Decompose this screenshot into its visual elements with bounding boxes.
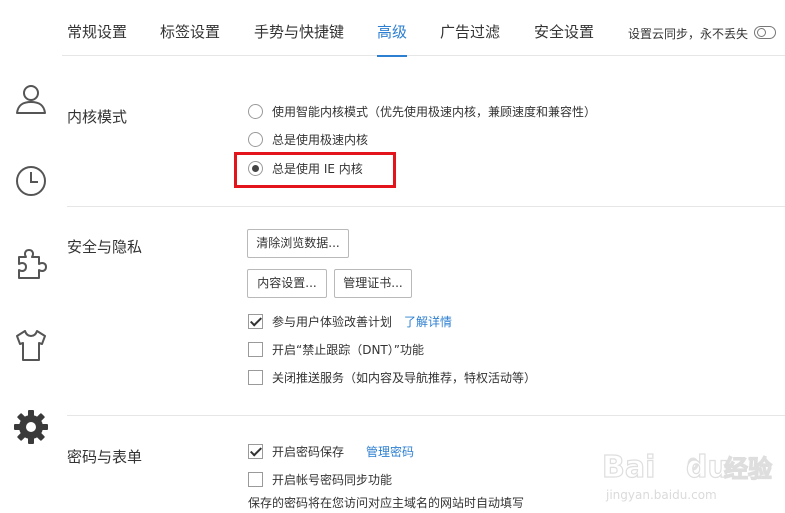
divider <box>67 206 785 207</box>
clear-browsing-data-button[interactable]: 清除浏览数据... <box>247 229 349 258</box>
ux-program-label: 参与用户体验改善计划 <box>272 315 393 329</box>
password-sync-option[interactable]: 开启帐号密码同步功能 <box>248 471 392 488</box>
password-note: 保存的密码将在您访问对应主域名的网站时自动填写 <box>248 496 525 510</box>
checkbox-checked[interactable] <box>248 444 263 459</box>
password-title: 密码与表单 <box>67 448 143 466</box>
divider <box>67 415 785 416</box>
save-password-option[interactable]: 开启密码保存 管理密码 <box>248 443 414 460</box>
sidebar <box>0 0 62 513</box>
radio-button[interactable] <box>248 132 263 147</box>
watermark-url: jingyan.baidu.com <box>605 488 717 502</box>
toggle-knob <box>757 28 766 37</box>
user-icon[interactable] <box>10 78 52 120</box>
clock-icon[interactable] <box>10 160 52 202</box>
tab-tabs[interactable]: 标签设置 <box>160 0 220 56</box>
dnt-option[interactable]: 开启“禁止跟踪（DNT）”功能 <box>248 341 424 358</box>
kernel-option-label: 使用智能内核模式（优先使用极速内核，兼顾速度和兼容性） <box>272 105 597 119</box>
checkbox[interactable] <box>248 342 263 357</box>
cloud-sync-label: 设置云同步，永不丢失 <box>628 27 749 41</box>
tab-general[interactable]: 常规设置 <box>67 0 127 56</box>
password-sync-label: 开启帐号密码同步功能 <box>272 473 393 487</box>
checkbox[interactable] <box>248 370 263 385</box>
tab-advanced[interactable]: 高级 <box>377 0 408 57</box>
highlight-annotation <box>234 152 396 188</box>
push-service-label: 关闭推送服务（如内容及导航推荐，特权活动等） <box>272 371 537 385</box>
watermark-suffix: 经验 <box>724 455 772 483</box>
tshirt-icon[interactable] <box>10 324 52 366</box>
push-service-option[interactable]: 关闭推送服务（如内容及导航推荐，特权活动等） <box>248 369 536 386</box>
tab-gestures[interactable]: 手势与快捷键 <box>254 0 344 56</box>
ux-program-option[interactable]: 参与用户体验改善计划 了解详情 <box>248 313 452 330</box>
kernel-mode-title: 内核模式 <box>67 108 128 126</box>
content-settings-button[interactable]: 内容设置... <box>247 269 327 298</box>
baidu-jingyan-watermark: Bai du 经验 jingyan.baidu.com <box>601 449 772 502</box>
tab-bar: 常规设置 标签设置 手势与快捷键 高级 广告过滤 安全设置 设置云同步，永不丢失 <box>62 0 785 57</box>
dnt-label: 开启“禁止跟踪（DNT）”功能 <box>272 343 424 357</box>
kernel-option-label: 总是使用极速内核 <box>272 133 369 147</box>
learn-more-link[interactable]: 了解详情 <box>404 313 452 330</box>
kernel-option-smart[interactable]: 使用智能内核模式（优先使用极速内核，兼顾速度和兼容性） <box>248 103 596 120</box>
kernel-option-fast[interactable]: 总是使用极速内核 <box>248 131 368 148</box>
manage-certificates-button[interactable]: 管理证书... <box>334 269 412 298</box>
cloud-sync-toggle[interactable] <box>754 26 776 39</box>
save-password-label: 开启密码保存 <box>272 445 345 459</box>
checkbox[interactable] <box>248 472 263 487</box>
gear-icon[interactable] <box>10 406 52 448</box>
tab-security[interactable]: 安全设置 <box>534 0 594 56</box>
watermark-brand: Bai <box>602 450 655 485</box>
watermark-brand-du: du <box>686 450 729 485</box>
manage-passwords-link[interactable]: 管理密码 <box>366 443 414 460</box>
radio-button[interactable] <box>248 104 263 119</box>
tab-adblock[interactable]: 广告过滤 <box>440 0 500 56</box>
privacy-title: 安全与隐私 <box>67 238 143 256</box>
puzzle-icon[interactable] <box>10 242 52 284</box>
checkbox-checked[interactable] <box>248 314 263 329</box>
